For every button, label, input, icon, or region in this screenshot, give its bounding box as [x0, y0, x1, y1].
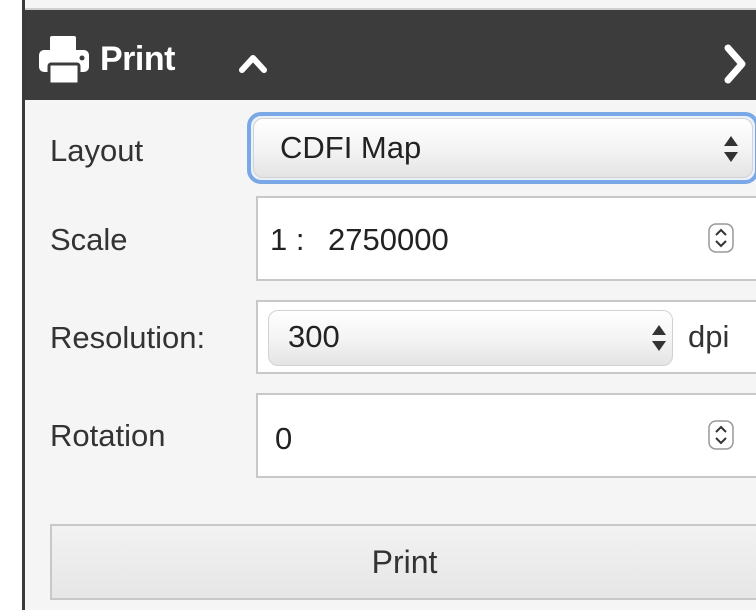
resolution-value: 300 [288, 319, 340, 354]
select-arrows-icon [652, 325, 666, 351]
chevron-up-icon[interactable] [238, 52, 268, 74]
print-panel: Print Layout CDFI Map Scale 1 : 2750000 … [22, 0, 756, 610]
printer-icon [39, 36, 89, 86]
print-button[interactable]: Print [50, 524, 756, 600]
scale-label: Scale [50, 222, 128, 257]
panel-header: Print [25, 8, 756, 100]
resolution-label: Resolution: [50, 320, 206, 355]
scale-field: 1 : 2750000 [256, 196, 756, 281]
scale-prefix: 1 : [270, 222, 305, 257]
rotation-label: Rotation [50, 418, 166, 453]
stepper-icon[interactable] [708, 420, 734, 450]
page-margin [0, 0, 22, 610]
chevron-right-icon[interactable] [722, 43, 748, 85]
stepper-icon[interactable] [708, 223, 734, 253]
layout-value: CDFI Map [280, 130, 422, 165]
layout-select[interactable]: CDFI Map [247, 112, 756, 184]
layout-label: Layout [50, 133, 144, 168]
scale-input[interactable]: 2750000 [328, 222, 449, 258]
rotation-field: 0 [256, 393, 756, 478]
select-arrows-icon [724, 136, 738, 162]
rotation-input[interactable]: 0 [275, 421, 292, 457]
panel-title: Print [100, 40, 175, 78]
resolution-unit: dpi [688, 319, 730, 354]
resolution-field: 300 dpi [256, 300, 756, 374]
